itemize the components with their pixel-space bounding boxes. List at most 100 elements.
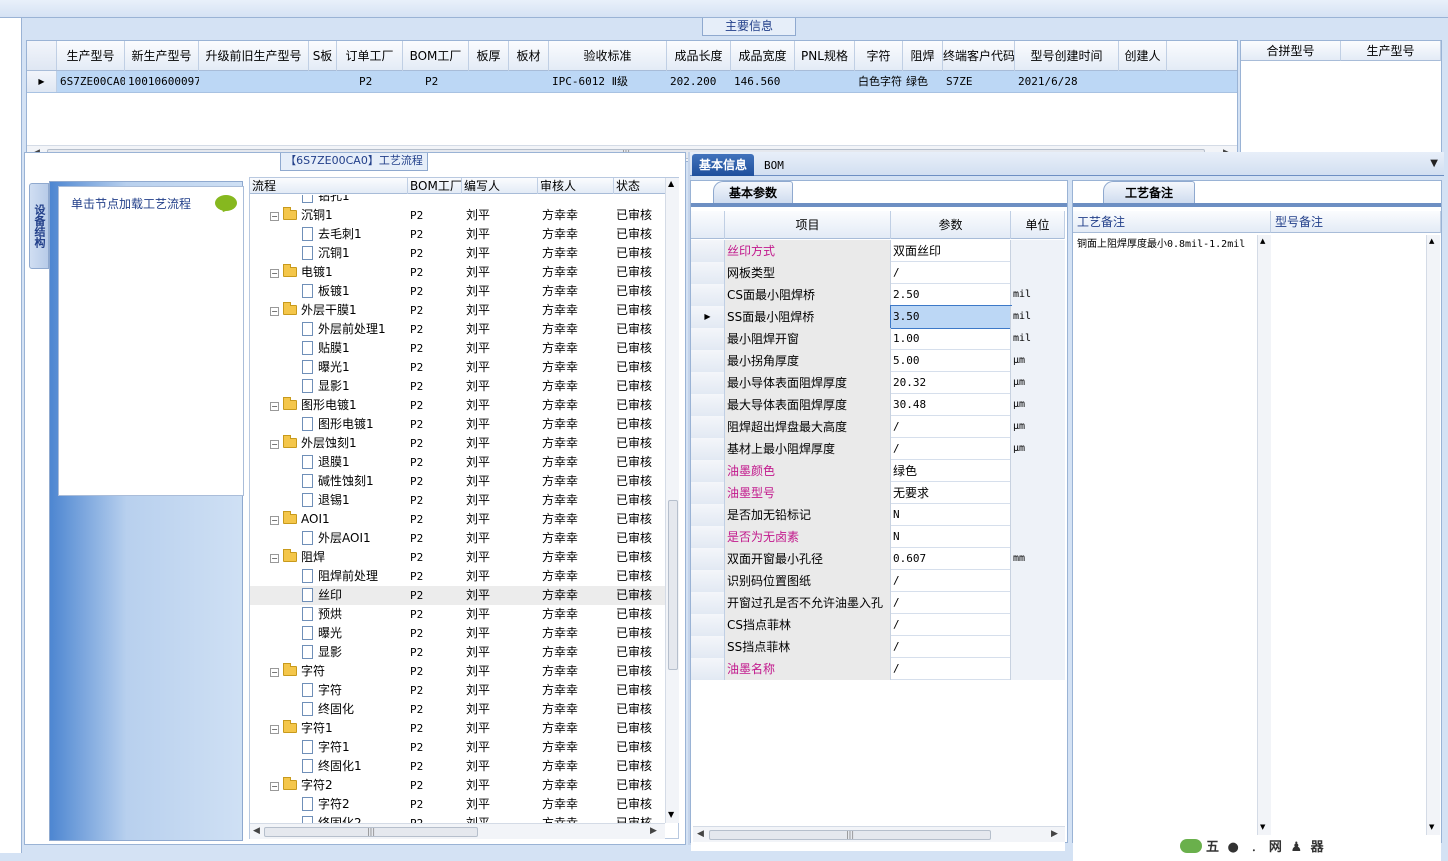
param-row[interactable]: 阻焊超出焊盘最大高度 / μm xyxy=(691,416,1065,438)
col-header[interactable]: 验收标准 xyxy=(549,41,667,71)
tree-folder-row[interactable]: − 字符1 P2 刘平 方幸幸 已审核 xyxy=(250,719,666,738)
cell[interactable] xyxy=(199,71,309,93)
tree-node-label[interactable]: − 字符 xyxy=(270,662,408,681)
scroll-up-icon[interactable]: ▲ xyxy=(1260,237,1265,245)
tree-step-row[interactable]: 阻焊前处理 P2 刘平 方幸幸 已审核 xyxy=(250,567,666,586)
tree-node-label[interactable]: 钻孔1 xyxy=(302,195,408,206)
collapse-icon[interactable]: − xyxy=(270,440,279,449)
param-value[interactable]: 0.607 xyxy=(891,548,1011,570)
param-value[interactable]: 5.00 xyxy=(891,350,1011,372)
scroll-left-icon[interactable]: ◀ xyxy=(253,826,263,836)
tree-step-row[interactable]: 字符 P2 刘平 方幸幸 已审核 xyxy=(250,681,666,700)
tree-node-label[interactable]: 字符1 xyxy=(302,738,408,757)
tree-node-label[interactable]: − 外层蚀刻1 xyxy=(270,434,408,453)
cell[interactable]: P2 xyxy=(403,71,469,93)
col-param[interactable]: 参数 xyxy=(891,211,1011,239)
tree-folder-row[interactable]: − 电镀1 P2 刘平 方幸幸 已审核 xyxy=(250,263,666,282)
param-value[interactable]: / xyxy=(891,570,1011,592)
process-note-text[interactable]: 铜面上阻焊厚度最小0.8mil-1.2mil xyxy=(1077,239,1257,250)
param-value[interactable]: / xyxy=(891,592,1011,614)
cell[interactable]: 6S7ZE00CA0 xyxy=(57,71,125,93)
tree-step-row[interactable]: 退锡1 P2 刘平 方幸幸 已审核 xyxy=(250,491,666,510)
tree-node-label[interactable]: 阻焊前处理 xyxy=(302,567,408,586)
tree-step-row[interactable]: 显影 P2 刘平 方幸幸 已审核 xyxy=(250,643,666,662)
col-unit[interactable]: 单位 xyxy=(1011,211,1065,239)
param-row[interactable]: CS挡点菲林 / xyxy=(691,614,1065,636)
param-row[interactable]: CS面最小阻焊桥 2.50 mil xyxy=(691,284,1065,306)
param-value[interactable]: 20.32 xyxy=(891,372,1011,394)
col-production-model[interactable]: 生产型号 xyxy=(1341,41,1441,61)
tree-step-row[interactable]: 字符1 P2 刘平 方幸幸 已审核 xyxy=(250,738,666,757)
tree-folder-row[interactable]: − 图形电镀1 P2 刘平 方幸幸 已审核 xyxy=(250,396,666,415)
tree-node-label[interactable]: 退锡1 xyxy=(302,491,408,510)
cell[interactable] xyxy=(509,71,549,93)
cell[interactable] xyxy=(309,71,337,93)
tab-dropdown-icon[interactable]: ▼ xyxy=(1430,158,1438,169)
device-structure-tab[interactable]: 设备结构 xyxy=(29,183,49,269)
col-header[interactable]: 板厚 xyxy=(469,41,509,71)
tree-step-row[interactable]: 终固化1 P2 刘平 方幸幸 已审核 xyxy=(250,757,666,776)
col-header[interactable]: 成品宽度 xyxy=(731,41,795,71)
param-value[interactable]: 双面丝印 xyxy=(891,240,1011,262)
param-value[interactable]: 2.50 xyxy=(891,284,1011,306)
tree-folder-row[interactable]: − 阻焊 P2 刘平 方幸幸 已审核 xyxy=(250,548,666,567)
tree-step-row[interactable]: 预烘 P2 刘平 方幸幸 已审核 xyxy=(250,605,666,624)
tree-node-label[interactable]: − 字符2 xyxy=(270,776,408,795)
param-value[interactable]: 绿色 xyxy=(891,460,1011,482)
param-row[interactable]: 双面开窗最小孔径 0.607 mm xyxy=(691,548,1065,570)
param-value[interactable]: 3.50 xyxy=(890,305,1012,329)
col-header[interactable]: 终端客户代码 xyxy=(943,41,1015,71)
param-row[interactable]: 油墨名称 / xyxy=(691,658,1065,680)
param-row[interactable]: SS挡点菲林 / xyxy=(691,636,1065,658)
tree-folder-row[interactable]: − 字符2 P2 刘平 方幸幸 已审核 xyxy=(250,776,666,795)
combined-model-grid[interactable]: 合拼型号 生产型号 xyxy=(1240,40,1442,162)
col-header[interactable]: 升级前旧生产型号 xyxy=(199,41,309,71)
param-value[interactable]: / xyxy=(891,636,1011,658)
param-row[interactable]: 识别码位置图纸 / xyxy=(691,570,1065,592)
tree-folder-row[interactable]: − 外层蚀刻1 P2 刘平 方幸幸 已审核 xyxy=(250,434,666,453)
tree-node-label[interactable]: 板镀1 xyxy=(302,282,408,301)
tree-step-row[interactable]: 退膜1 P2 刘平 方幸幸 已审核 xyxy=(250,453,666,472)
tree-node-label[interactable]: 沉铜1 xyxy=(302,244,408,263)
col-header[interactable]: 板材 xyxy=(509,41,549,71)
tree-node-label[interactable]: 退膜1 xyxy=(302,453,408,472)
tree-node-label[interactable]: 图形电镀1 xyxy=(302,415,408,434)
tree-folder-row[interactable]: − 沉铜1 P2 刘平 方幸幸 已审核 xyxy=(250,206,666,225)
scroll-down-icon[interactable]: ▼ xyxy=(668,810,674,819)
param-row[interactable]: 最小阻焊开窗 1.00 mil xyxy=(691,328,1065,350)
tree-node-label[interactable]: 终固化 xyxy=(302,700,408,719)
tree-step-row[interactable]: 钻孔1 xyxy=(250,195,666,206)
scroll-left-icon[interactable]: ◀ xyxy=(697,829,707,839)
cell[interactable]: S7ZE xyxy=(943,71,1015,93)
tree-node-label[interactable]: 显影1 xyxy=(302,377,408,396)
tree-step-row[interactable]: 丝印 P2 刘平 方幸幸 已审核 xyxy=(250,586,666,605)
param-row[interactable]: 最小拐角厚度 5.00 μm xyxy=(691,350,1065,372)
scroll-up-icon[interactable]: ▲ xyxy=(1429,237,1434,245)
tab-bom[interactable]: BOM xyxy=(764,156,784,176)
tree-step-row[interactable]: 终固化2 P2 刘平 方幸幸 已审核 xyxy=(250,814,666,823)
tree-node-label[interactable]: 字符2 xyxy=(302,795,408,814)
cell[interactable] xyxy=(795,71,855,93)
collapse-icon[interactable]: − xyxy=(270,402,279,411)
collapse-icon[interactable]: − xyxy=(270,725,279,734)
cell[interactable] xyxy=(1119,71,1167,93)
col-header[interactable]: 阻焊 xyxy=(903,41,943,71)
col-status[interactable]: 状态 xyxy=(614,178,666,194)
param-value[interactable]: N xyxy=(891,526,1011,548)
collapse-icon[interactable]: − xyxy=(270,307,279,316)
col-model-note[interactable]: 型号备注 xyxy=(1271,211,1441,233)
col-header[interactable]: 订单工厂 xyxy=(337,41,403,71)
col-header[interactable]: 字符 xyxy=(855,41,903,71)
tree-node-label[interactable]: 去毛刺1 xyxy=(302,225,408,244)
tree-folder-row[interactable]: − AOI1 P2 刘平 方幸幸 已审核 xyxy=(250,510,666,529)
collapse-icon[interactable]: − xyxy=(270,554,279,563)
scroll-up-icon[interactable]: ▲ xyxy=(668,179,674,188)
tree-node-label[interactable]: 外层前处理1 xyxy=(302,320,408,339)
param-value[interactable]: 1.00 xyxy=(891,328,1011,350)
col-header[interactable]: 创建人 xyxy=(1119,41,1167,71)
col-header[interactable]: BOM工厂 xyxy=(403,41,469,71)
tree-step-row[interactable]: 沉铜1 P2 刘平 方幸幸 已审核 xyxy=(250,244,666,263)
main-info-grid[interactable]: 生产型号 新生产型号 升级前旧生产型号 S板 订单工厂 BOM工厂 板厚 板材 验收标准 成品长度… xyxy=(26,40,1238,162)
param-value[interactable]: / xyxy=(891,262,1011,284)
tree-node-label[interactable]: − 字符1 xyxy=(270,719,408,738)
